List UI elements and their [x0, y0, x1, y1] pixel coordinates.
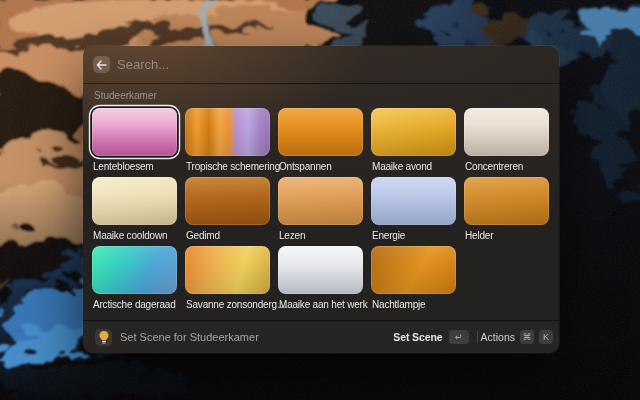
- scene-label: Arctische dageraad: [93, 298, 177, 311]
- footer-divider: [477, 331, 478, 343]
- scene-label: Gedimd: [186, 229, 270, 242]
- scene-card[interactable]: [278, 246, 363, 294]
- scene-card[interactable]: [371, 108, 456, 156]
- scene-card[interactable]: [92, 246, 177, 294]
- scene-card[interactable]: [371, 177, 456, 225]
- scene-card[interactable]: [92, 108, 177, 156]
- scene-card[interactable]: [185, 108, 270, 156]
- scene-label: Maaike aan het werk: [279, 298, 363, 311]
- scene-cell: Concentreren: [464, 108, 549, 173]
- scene-label: Ontspannen: [279, 160, 363, 173]
- k-key-badge: K: [539, 330, 553, 344]
- scene-picker-window: Search... Studeerkamer Lentebloesem Tropi…: [83, 46, 559, 353]
- scene-list: Studeerkamer Lentebloesem Tropische schem…: [83, 84, 559, 311]
- scene-cell: Energie: [371, 177, 456, 242]
- footer-status: Set Scene for Studeerkamer: [120, 331, 259, 343]
- scene-label: Helder: [465, 229, 549, 242]
- scene-card[interactable]: [464, 177, 549, 225]
- scene-cell: Nachtlampje: [371, 246, 456, 311]
- arrow-left-icon: [96, 60, 107, 70]
- scene-label: Lezen: [279, 229, 363, 242]
- cmd-key-badge: ⌘: [520, 330, 534, 344]
- back-button[interactable]: [93, 56, 110, 73]
- scene-card[interactable]: [278, 108, 363, 156]
- scene-cell: Tropische schemering: [185, 108, 270, 173]
- scene-card[interactable]: [185, 177, 270, 225]
- scene-label: Energie: [372, 229, 456, 242]
- scene-label: Lentebloesem: [93, 160, 177, 173]
- scene-cell: Lentebloesem: [92, 108, 177, 173]
- scene-cell: Lezen: [278, 177, 363, 242]
- scene-cell: Maaike cooldown: [92, 177, 177, 242]
- scene-cell: Gedimd: [185, 177, 270, 242]
- scene-card[interactable]: [92, 177, 177, 225]
- section-title: Studeerkamer: [94, 90, 550, 102]
- scene-cell: Ontspannen: [278, 108, 363, 173]
- scene-cell: Maaike aan het werk: [278, 246, 363, 311]
- scene-grid: Lentebloesem Tropische schemering Ontspann…: [92, 108, 550, 311]
- scene-cell: Arctische dageraad: [92, 246, 177, 311]
- scene-label: Concentreren: [465, 160, 549, 173]
- search-input[interactable]: Search...: [117, 57, 169, 72]
- scene-card[interactable]: [278, 177, 363, 225]
- scene-label: Maaike cooldown: [93, 229, 177, 242]
- scene-card[interactable]: [185, 246, 270, 294]
- scene-label: Tropische schemering: [186, 160, 270, 173]
- return-key-badge: ↵: [449, 330, 469, 344]
- scene-label: Maaike avond: [372, 160, 456, 173]
- footer-bar: Set Scene for Studeerkamer Set Scene ↵ A…: [83, 320, 559, 353]
- actions-button[interactable]: Actions: [481, 331, 515, 343]
- lightbulb-icon: [95, 329, 112, 346]
- scene-label: Savanne zonsonderg…: [186, 298, 270, 311]
- set-scene-button[interactable]: Set Scene: [393, 331, 442, 343]
- scene-cell: Savanne zonsonderg…: [185, 246, 270, 311]
- scene-card[interactable]: [464, 108, 549, 156]
- scene-card[interactable]: [371, 246, 456, 294]
- scene-cell: Helder: [464, 177, 549, 242]
- scene-label: Nachtlampje: [372, 298, 456, 311]
- scene-cell: Maaike avond: [371, 108, 456, 173]
- search-bar: Search...: [83, 46, 559, 84]
